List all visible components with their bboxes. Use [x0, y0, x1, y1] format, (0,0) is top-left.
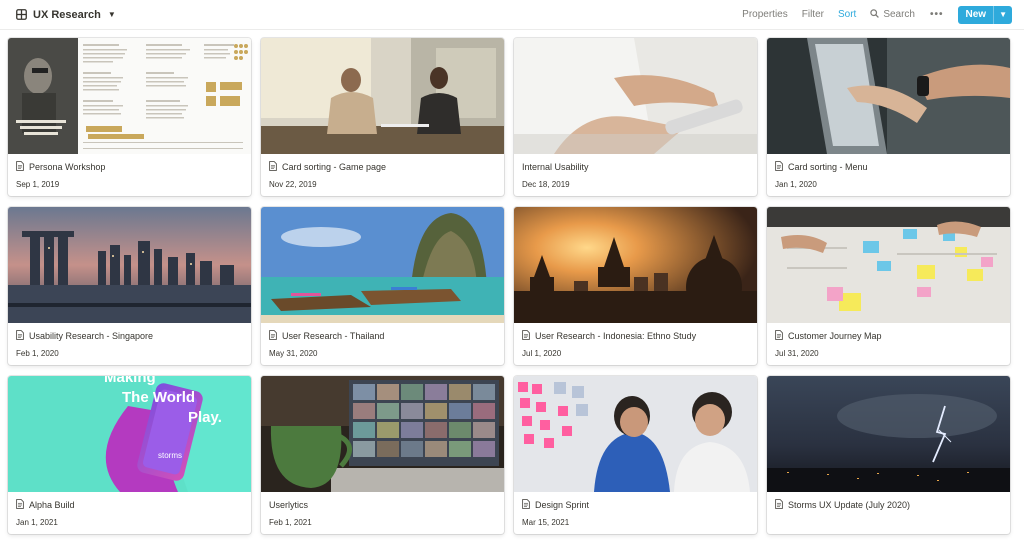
gallery-card[interactable]: Persona Workshop Sep 1, 2019 — [8, 38, 251, 196]
search-button[interactable]: Search — [865, 6, 920, 24]
card-title: Userlytics — [269, 500, 309, 510]
gallery-card[interactable]: User Research - Indonesia: Ethno Study J… — [514, 207, 757, 365]
card-title: Internal Usability — [522, 162, 589, 172]
card-date: Nov 22, 2019 — [269, 180, 317, 189]
page-icon — [269, 330, 277, 342]
card-title: Design Sprint — [535, 500, 590, 510]
new-dropdown-chevron-icon[interactable]: ▼ — [993, 5, 1012, 24]
table-icon — [16, 9, 27, 20]
page-icon — [269, 161, 277, 173]
promo-headline-line3: Play. — [188, 409, 222, 426]
card-cover-image — [261, 207, 504, 323]
view-switcher[interactable]: UX Research ▼ — [12, 6, 120, 24]
card-date: Sep 1, 2019 — [16, 180, 60, 189]
gallery-card[interactable]: Card sorting - Menu Jan 1, 2020 — [767, 38, 1010, 196]
page-icon — [16, 330, 24, 342]
promo-headline-line1: Making — [104, 376, 156, 386]
new-button-label[interactable]: New — [958, 6, 994, 24]
more-options-icon[interactable]: ••• — [924, 6, 950, 23]
page-icon — [16, 161, 24, 173]
page-icon — [775, 161, 783, 173]
card-date: Jan 1, 2020 — [775, 180, 817, 189]
gallery-card[interactable]: Internal Usability Dec 18, 2019 — [514, 38, 757, 196]
card-cover-image — [261, 38, 504, 154]
card-date: Jan 1, 2021 — [16, 518, 58, 527]
chevron-down-icon: ▼ — [107, 10, 116, 19]
properties-button[interactable]: Properties — [737, 6, 793, 23]
gallery-grid: Persona Workshop Sep 1, 2019 Card sortin… — [8, 38, 1010, 534]
search-label: Search — [883, 9, 915, 20]
card-cover-image — [261, 376, 504, 492]
card-date: Feb 1, 2020 — [16, 349, 59, 358]
database-toolbar: UX Research ▼ Properties Filter Sort Sea… — [0, 0, 1024, 30]
card-cover-image — [514, 376, 757, 492]
gallery-card[interactable]: Making The World Play. storms Alpha Buil… — [8, 376, 251, 534]
card-cover-image — [767, 38, 1010, 154]
page-icon — [775, 330, 783, 342]
sort-button[interactable]: Sort — [833, 6, 861, 23]
card-cover-image: Making The World Play. storms — [8, 376, 251, 492]
card-title: Alpha Build — [29, 500, 75, 510]
card-title: Card sorting - Menu — [788, 162, 868, 172]
new-button[interactable]: New ▼ — [957, 5, 1012, 24]
view-title: UX Research — [33, 8, 101, 21]
card-date: Mar 15, 2021 — [522, 518, 570, 527]
page-icon — [775, 499, 783, 511]
card-cover-image — [514, 38, 757, 154]
card-title: Customer Journey Map — [788, 331, 882, 341]
page-icon — [16, 499, 24, 511]
card-date: Feb 1, 2021 — [269, 518, 312, 527]
toolbar-actions: Properties Filter Sort Search ••• New ▼ — [737, 5, 1012, 24]
card-cover-image — [514, 207, 757, 323]
page-icon — [522, 499, 530, 511]
promo-brand: storms — [158, 451, 182, 460]
gallery-card[interactable]: Design Sprint Mar 15, 2021 — [514, 376, 757, 534]
card-title: Storms UX Update (July 2020) — [788, 500, 911, 510]
gallery-card[interactable]: Card sorting - Game page Nov 22, 2019 — [261, 38, 504, 196]
gallery-card[interactable]: Storms UX Update (July 2020) — [767, 376, 1010, 534]
card-cover-image — [8, 38, 251, 154]
promo-headline-line2: The World — [122, 389, 195, 406]
card-title: User Research - Indonesia: Ethno Study — [535, 331, 697, 341]
card-date: Jul 31, 2020 — [775, 349, 819, 358]
page-icon — [522, 330, 530, 342]
gallery-card[interactable]: Customer Journey Map Jul 31, 2020 — [767, 207, 1010, 365]
card-title: User Research - Thailand — [282, 331, 385, 341]
card-title: Card sorting - Game page — [282, 162, 387, 172]
card-date: Jul 1, 2020 — [522, 349, 562, 358]
card-cover-image — [8, 207, 251, 323]
gallery-card[interactable]: Userlytics Feb 1, 2021 — [261, 376, 504, 534]
gallery-card[interactable]: User Research - Thailand May 31, 2020 — [261, 207, 504, 365]
gallery-card[interactable]: Usability Research - Singapore Feb 1, 20… — [8, 207, 251, 365]
card-cover-image — [767, 376, 1010, 492]
filter-button[interactable]: Filter — [797, 6, 829, 23]
search-icon — [870, 8, 880, 21]
card-title: Usability Research - Singapore — [29, 331, 154, 341]
card-cover-image — [767, 207, 1010, 323]
card-date: Dec 18, 2019 — [522, 180, 570, 189]
card-title: Persona Workshop — [29, 162, 106, 172]
card-date: May 31, 2020 — [269, 349, 318, 358]
